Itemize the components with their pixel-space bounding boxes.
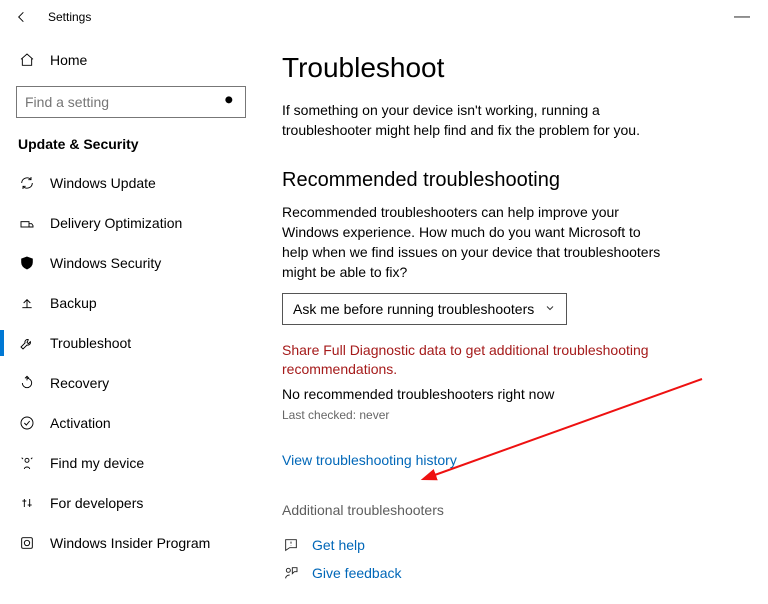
sidebar-item-recovery[interactable]: Recovery: [12, 364, 250, 402]
sidebar-item-windows-insider[interactable]: Windows Insider Program: [12, 524, 250, 562]
sidebar-group-title: Update & Security: [12, 132, 250, 164]
get-help-link[interactable]: Get help: [312, 537, 365, 553]
sidebar: Home Update & Security Windows Update: [0, 34, 262, 604]
home-icon: [18, 51, 36, 69]
sidebar-item-activation[interactable]: Activation: [12, 404, 250, 442]
recovery-icon: [18, 374, 36, 392]
last-checked-text: Last checked: never: [282, 408, 728, 422]
sidebar-item-find-my-device[interactable]: Find my device: [12, 444, 250, 482]
sidebar-home[interactable]: Home: [12, 42, 250, 78]
arrow-left-icon: [13, 8, 31, 26]
wrench-icon: [18, 334, 36, 352]
sidebar-home-label: Home: [50, 52, 87, 68]
recommended-desc: Recommended troubleshooters can help imp…: [282, 202, 662, 283]
minimize-button[interactable]: —: [726, 8, 758, 26]
give-feedback-link[interactable]: Give feedback: [312, 565, 402, 581]
feedback-icon: [282, 564, 300, 582]
select-value: Ask me before running troubleshooters: [293, 301, 534, 317]
no-recommended-text: No recommended troubleshooters right now: [282, 386, 728, 402]
titlebar: Settings —: [0, 0, 768, 34]
sidebar-item-for-developers[interactable]: For developers: [12, 484, 250, 522]
recommended-heading: Recommended troubleshooting: [282, 169, 728, 192]
backup-icon: [18, 294, 36, 312]
view-history-link[interactable]: View troubleshooting history: [282, 452, 457, 468]
sync-icon: [18, 174, 36, 192]
sidebar-item-label: Delivery Optimization: [50, 215, 182, 231]
developers-icon: [18, 494, 36, 512]
chevron-down-icon: [544, 301, 556, 317]
sidebar-item-label: Windows Security: [50, 255, 161, 271]
sidebar-item-delivery-optimization[interactable]: Delivery Optimization: [12, 204, 250, 242]
sidebar-item-label: Windows Update: [50, 175, 156, 191]
sidebar-item-troubleshoot[interactable]: Troubleshoot: [12, 324, 250, 362]
sidebar-item-label: Find my device: [50, 455, 144, 471]
delivery-icon: [18, 214, 36, 232]
get-help-icon: [282, 536, 300, 554]
sidebar-item-windows-security[interactable]: Windows Security: [12, 244, 250, 282]
additional-troubleshooters-link[interactable]: Additional troubleshooters: [282, 502, 728, 518]
shield-icon: [18, 254, 36, 272]
sidebar-item-label: Backup: [50, 295, 97, 311]
sidebar-item-backup[interactable]: Backup: [12, 284, 250, 322]
troubleshoot-preference-select[interactable]: Ask me before running troubleshooters: [282, 293, 567, 325]
sidebar-item-label: Activation: [50, 415, 111, 431]
location-icon: [18, 454, 36, 472]
sidebar-item-label: Recovery: [50, 375, 109, 391]
check-circle-icon: [18, 414, 36, 432]
sidebar-item-label: Troubleshoot: [50, 335, 131, 351]
sidebar-nav: Windows Update Delivery Optimization Win…: [12, 164, 250, 562]
window-title: Settings: [48, 10, 91, 24]
search-icon: [223, 94, 237, 111]
main-content: Troubleshoot If something on your device…: [262, 34, 768, 604]
sidebar-item-label: For developers: [50, 495, 143, 511]
search-input[interactable]: [16, 86, 246, 118]
back-button[interactable]: [10, 5, 34, 29]
page-intro: If something on your device isn't workin…: [282, 100, 662, 141]
page-title: Troubleshoot: [282, 52, 728, 84]
search-field[interactable]: [25, 94, 223, 110]
sidebar-item-label: Windows Insider Program: [50, 535, 210, 551]
insider-icon: [18, 534, 36, 552]
diagnostic-warning: Share Full Diagnostic data to get additi…: [282, 341, 662, 380]
sidebar-item-windows-update[interactable]: Windows Update: [12, 164, 250, 202]
